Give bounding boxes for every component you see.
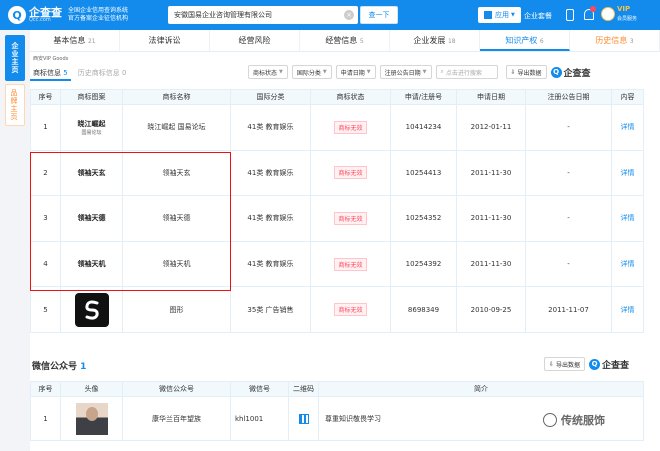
export-button[interactable]: ⇩ 导出数据 xyxy=(505,65,547,79)
table-row: 1 晓江崛起 国易论坛 晓江崛起 国易论坛 41类 教育娱乐 商标无效 10414… xyxy=(30,104,644,151)
top-bar: Q 企查查 Qcc.com 全国企业信用查询系统 官方备案企业征信机构 安徽国易… xyxy=(0,0,660,30)
trademark-image[interactable]: 晓江崛起 国易论坛 xyxy=(60,104,123,151)
search-icon: ⌕ xyxy=(440,68,444,75)
chevron-down-icon: ▼ xyxy=(366,69,371,75)
wechat-export-bar: ⇩ 导出数据 Q 企查查 xyxy=(540,357,629,371)
filter-pub-date[interactable]: 注册公告日期 ▼ xyxy=(379,65,432,79)
enterprise-package-link[interactable]: 企业套餐 xyxy=(524,11,552,21)
vip-sub-label: 会员服务 xyxy=(617,16,638,22)
table-header-row: 序号 商标图案 商标名称 国际分类 商标状态 申请/注册号 申请日期 注册公告日… xyxy=(30,89,644,105)
trademark-subtabs: 商标信息 5 历史商标信息 0 xyxy=(30,67,133,81)
search-button[interactable]: 查一下 xyxy=(360,6,398,24)
chevron-down-icon: ▼ xyxy=(322,69,327,75)
wechat-avatar[interactable] xyxy=(75,402,108,435)
trademark-image[interactable] xyxy=(60,286,123,333)
logo-mark-icon: Q xyxy=(550,66,562,78)
tab-risk[interactable]: 经营风险 xyxy=(210,30,300,51)
table-row: 4 领袖天机 领袖天机 41类 教育娱乐 商标无效 10254392 2011-… xyxy=(30,240,644,288)
trademark-image[interactable]: 领袖天机 xyxy=(60,240,123,288)
subtab-history-trademark[interactable]: 历史商标信息 0 xyxy=(75,67,130,81)
tab-ip[interactable]: 知识产权 6 xyxy=(480,30,570,51)
filter-bar: 商标状态 ▼ 国际分类 ▼ 申请日期 ▼ 注册公告日期 ▼ ⌕ 点击进行搜索 ⇩ 导出数据 … xyxy=(248,65,591,79)
watermark: 传统服饰 xyxy=(543,412,605,428)
wechat-export-button[interactable]: ⇩ 导出数据 xyxy=(544,357,586,371)
filter-search-input[interactable]: ⌕ 点击进行搜索 xyxy=(435,65,498,79)
tab-development[interactable]: 企业发展 18 xyxy=(390,30,480,51)
export-icon: ⇩ xyxy=(510,68,516,76)
status-badge: 商标无效 xyxy=(334,211,367,225)
chevron-down-icon: ▼ xyxy=(279,69,283,75)
subtab-trademark[interactable]: 商标信息 5 xyxy=(30,67,71,81)
grid-icon xyxy=(484,11,492,19)
qcc-logo[interactable]: Q 企查查 Qcc.com xyxy=(8,6,68,24)
main-panel: 基本信息 21 法律诉讼 经营风险 经营信息 5 企业发展 18 知识产权 6 … xyxy=(30,30,660,451)
trademark-table: 序号 商标图案 商标名称 国际分类 商标状态 申请/注册号 申请日期 注册公告日… xyxy=(30,89,644,333)
avatar[interactable] xyxy=(601,7,615,21)
app-menu-button[interactable]: 应用 ▼ xyxy=(478,7,521,23)
wechat-table: 序号 头像 微信公众号 微信号 二维码 简介 1 康华兰百年望族 khl1001… xyxy=(30,381,644,441)
status-badge: 商标无效 xyxy=(334,166,367,180)
detail-link[interactable]: 详情 xyxy=(621,214,635,222)
main-tabs: 基本信息 21 法律诉讼 经营风险 经营信息 5 企业发展 18 知识产权 6 … xyxy=(30,30,660,52)
tab-legal[interactable]: 法律诉讼 xyxy=(120,30,210,51)
side-tab-brand[interactable]: 品牌主页 xyxy=(5,84,25,126)
side-tab-company[interactable]: 企业主页 xyxy=(5,35,25,81)
filter-apply-date[interactable]: 申请日期 ▼ xyxy=(335,65,376,79)
detail-link[interactable]: 详情 xyxy=(621,306,635,314)
clear-search-icon[interactable]: × xyxy=(344,10,354,20)
search-value: 安徽国易企业咨询管理有限公司 xyxy=(174,11,272,19)
detail-link[interactable]: 详情 xyxy=(621,260,635,268)
brand-mini-logo: Q 企查查 xyxy=(550,66,591,79)
status-badge: 商标无效 xyxy=(334,120,367,134)
chevron-down-icon: ▼ xyxy=(511,12,515,18)
logo-mark-icon: Q xyxy=(589,358,601,370)
company-line: 西安VIP Goods xyxy=(33,56,69,62)
tab-basic-info[interactable]: 基本信息 21 xyxy=(30,30,120,51)
s-logo-icon xyxy=(74,292,109,327)
filter-status[interactable]: 商标状态 ▼ xyxy=(248,65,288,79)
logo-url: Qcc.com xyxy=(29,17,51,23)
detail-link[interactable]: 详情 xyxy=(621,123,635,131)
export-icon: ⇩ xyxy=(549,360,555,368)
logo-mark-icon: Q xyxy=(8,6,26,24)
status-badge: 商标无效 xyxy=(334,303,367,317)
status-badge: 商标无效 xyxy=(334,257,367,271)
brand-mini-logo: Q 企查查 xyxy=(589,357,629,371)
qr-code-icon[interactable] xyxy=(298,413,309,424)
trademark-image[interactable]: 领袖天玄 xyxy=(60,149,123,197)
vip-label[interactable]: VIP xyxy=(617,5,630,13)
wechat-watermark-icon xyxy=(543,413,557,427)
slogan: 全国企业信用查询系统 官方备案企业征信机构 xyxy=(68,7,129,22)
table-row: 3 领袖天德 领袖天德 41类 教育娱乐 商标无效 10254352 2011-… xyxy=(30,195,644,242)
tab-history[interactable]: 历史信息 3 xyxy=(570,30,660,51)
trademark-image[interactable]: 领袖天德 xyxy=(60,195,123,242)
filter-class[interactable]: 国际分类 ▼ xyxy=(291,65,332,79)
table-row: 2 领袖天玄 领袖天玄 41类 教育娱乐 商标无效 10254413 2011-… xyxy=(30,149,644,197)
detail-link[interactable]: 详情 xyxy=(621,169,635,177)
notification-badge xyxy=(590,6,596,12)
wechat-section-title: 微信公众号 1 xyxy=(32,362,87,372)
table-header-row: 序号 头像 微信公众号 微信号 二维码 简介 xyxy=(30,381,644,397)
tab-business[interactable]: 经营信息 5 xyxy=(300,30,390,51)
search-input[interactable]: 安徽国易企业咨询管理有限公司 × xyxy=(168,6,358,24)
phone-icon[interactable] xyxy=(566,9,574,21)
table-row: 5 图形 35类 广告销售 商标无效 8698349 2010-09-25 20… xyxy=(30,286,644,333)
chevron-down-icon: ▼ xyxy=(422,69,427,75)
